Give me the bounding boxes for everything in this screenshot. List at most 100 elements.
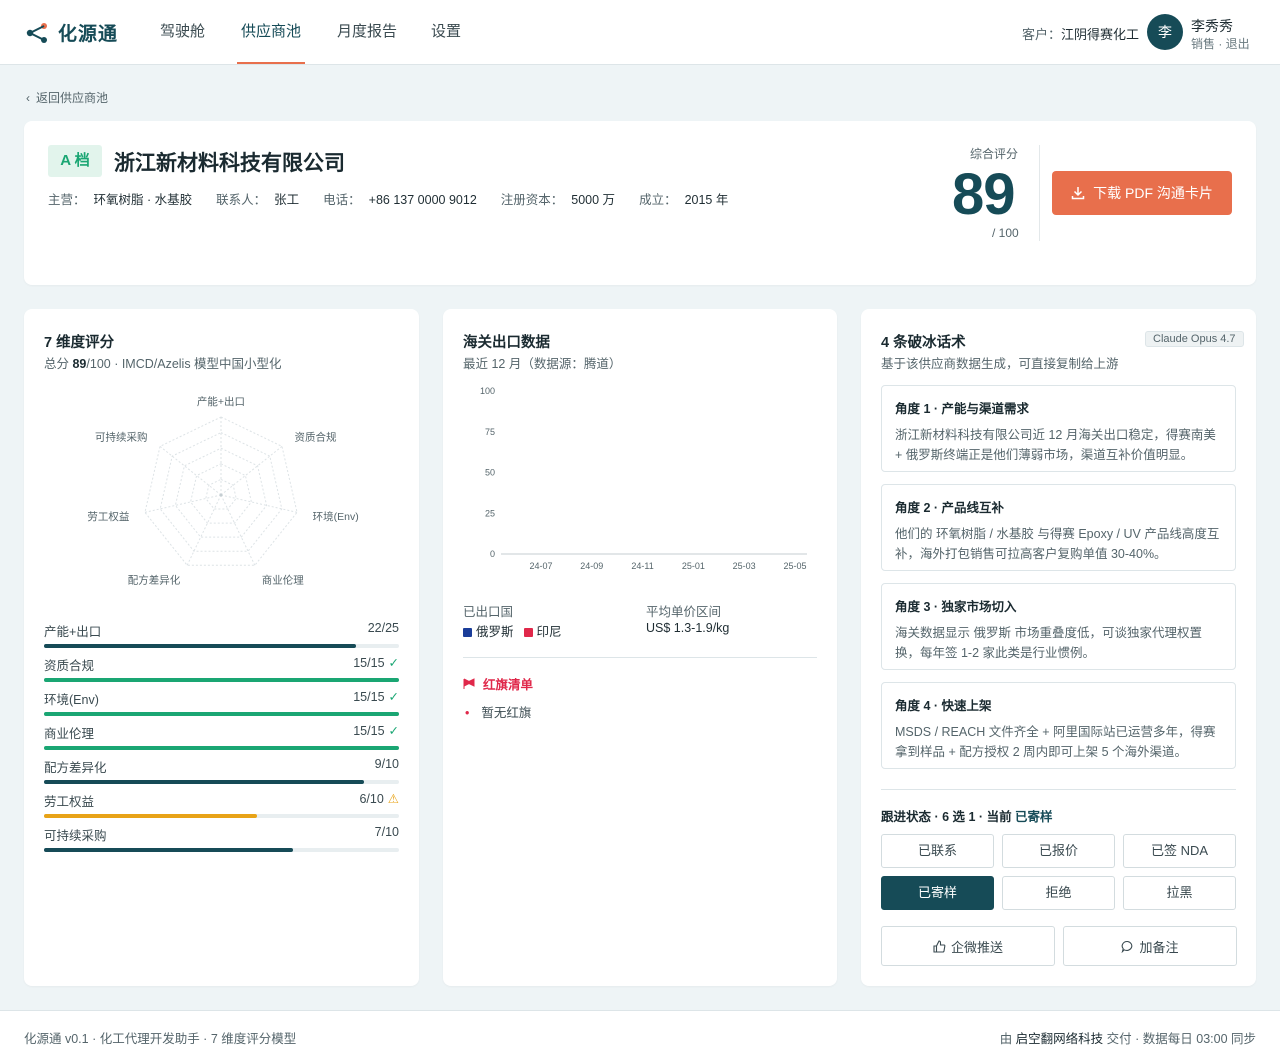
dimension-label: 环境(Env) xyxy=(44,693,99,707)
radar-label: 配方差异化 xyxy=(128,574,181,587)
dimension-label: 可持续采购 xyxy=(44,829,107,843)
dimension-score: 15/15 ✓ xyxy=(353,655,399,674)
wecom-push-button[interactable]: 企微推送 xyxy=(881,926,1055,966)
status-nda-signed[interactable]: 已签 NDA xyxy=(1123,834,1236,868)
flag-icon xyxy=(463,677,475,689)
bullet: • xyxy=(465,706,470,720)
download-pdf-label: 下载 PDF 沟通卡片 xyxy=(1093,185,1213,201)
dimension-label: 资质合规 xyxy=(44,659,95,673)
icebreaker-title: 4 条破冰话术 xyxy=(881,335,966,351)
dimension-score-value: 15/15 xyxy=(353,724,385,738)
download-pdf-button[interactable]: 下载 PDF 沟通卡片 xyxy=(1052,171,1232,215)
divider xyxy=(1039,145,1040,241)
radar-axis xyxy=(186,494,222,566)
y-tick-label: 100 xyxy=(480,386,495,396)
customs-card: 海关出口数据 最近 12 月（数据源：腾道） 100 75 50 25 0 24-07 24… xyxy=(443,309,837,986)
talk-title: 角度 2 · 产品线互补 xyxy=(895,501,1005,515)
add-note-label: 加备注 xyxy=(1139,939,1179,955)
thumbs-up-icon xyxy=(933,939,946,953)
dimension-bar-track xyxy=(44,780,399,784)
talk-card-3[interactable]: 角度 3 · 独家市场切入 海关数据显示 俄罗斯 市场重叠度低，可谈独家代理权置… xyxy=(881,583,1236,670)
status-contacted[interactable]: 已联系 xyxy=(881,834,994,868)
download-icon xyxy=(1071,187,1085,200)
redflag-item: • 暂无红旗 xyxy=(465,702,531,721)
nav-cockpit[interactable]: 驾驶舱 xyxy=(158,0,223,64)
radar-label: 资质合规 xyxy=(294,430,336,443)
brand-name: 化源通 xyxy=(58,24,119,45)
nav-settings[interactable]: 设置 xyxy=(429,0,479,64)
add-note-button[interactable]: 加备注 xyxy=(1063,926,1237,966)
russia-swatch xyxy=(463,628,472,637)
talk-text: 海关数据显示 俄罗斯 市场重叠度低，可谈独家代理权置换，每年签 1-2 家此类是… xyxy=(895,626,1202,660)
redflag-header: 红旗清单 xyxy=(463,674,533,693)
meta-main: 主营： 环氧树脂 · 水基胶 xyxy=(48,189,192,208)
dimension-label: 商业伦理 xyxy=(44,727,95,741)
dimension-score-value: 7/10 xyxy=(374,825,399,839)
grade-badge: A 档 xyxy=(48,145,102,177)
status-current: 已寄样 xyxy=(1015,810,1053,824)
talk-text: 他们的 环氧树脂 / 水基胶 与得赛 Epoxy / UV 产品线高度互补，海外… xyxy=(895,527,1220,561)
footer-left: 化源通 v0.1 · 化工代理开发助手 · 7 维度评分模型 xyxy=(24,1032,297,1046)
nav-monthly-report[interactable]: 月度报告 xyxy=(335,0,415,64)
status-blacklisted[interactable]: 拉黑 xyxy=(1123,876,1236,910)
talk-title: 角度 1 · 产能与渠道需求 xyxy=(895,402,1030,416)
dimension-score: 22/25 xyxy=(368,621,399,640)
redflag-title: 红旗清单 xyxy=(483,678,534,692)
dimension-bar-track xyxy=(44,712,399,716)
dimension-bar-track xyxy=(44,678,399,682)
dimension-score-value: 9/10 xyxy=(374,757,399,771)
footer: 化源通 v0.1 · 化工代理开发助手 · 7 维度评分模型 由 启空翻网络科技… xyxy=(0,1010,1280,1059)
countries-label: 已出口国 xyxy=(463,605,514,619)
talk-card-2[interactable]: 角度 2 · 产品线互补 他们的 环氧树脂 / 水基胶 与得赛 Epoxy / … xyxy=(881,484,1236,571)
talk-card-1[interactable]: 角度 1 · 产能与渠道需求 浙江新材料科技有限公司近 12 月海关出口稳定，得… xyxy=(881,385,1236,472)
country-indonesia-label: 印尼 xyxy=(536,625,562,639)
x-tick-label: 25-01 xyxy=(682,561,705,571)
brand[interactable]: 化源通 xyxy=(26,19,118,46)
x-tick-label: 24-11 xyxy=(631,561,653,571)
footer-right: 由 启空翻网络科技 交付 · 数据每日 03:00 同步 xyxy=(1000,1028,1256,1047)
dimension-score-value: 15/15 xyxy=(353,656,385,670)
dimension-row: 产能+出口 22/25 xyxy=(44,621,399,648)
meta-main-label: 主营： xyxy=(48,193,86,207)
dimension-score-value: 6/10 xyxy=(359,792,384,806)
check-icon: ✓ xyxy=(388,690,399,704)
radar-center xyxy=(219,493,223,497)
x-tick-label: 25-05 xyxy=(783,561,806,571)
dimension-label: 劳工权益 xyxy=(44,795,95,809)
radar-chart: 产能+出口资质合规环境(Env) 商业伦理 配方差异化 劳工权益 可持续采购 xyxy=(87,395,358,587)
dimension-row: 环境(Env) 15/15 ✓ xyxy=(44,689,399,716)
comment-icon xyxy=(1122,940,1133,953)
nav-supplier-pool[interactable]: 供应商池 xyxy=(237,0,306,64)
talk-card-4[interactable]: 角度 4 · 快速上架 MSDS / REACH 文件齐全 + 阿里国际站已运营… xyxy=(881,682,1236,769)
dimension-bar-fill xyxy=(44,712,399,716)
talk-text: 浙江新材料科技有限公司近 12 月海关出口稳定，得赛南美 + 俄罗斯终端正是他们… xyxy=(895,428,1216,462)
main-nav: 驾驶舱 供应商池 月度报告 设置 xyxy=(158,0,493,64)
customer-info: 客户：江阴得赛化工 xyxy=(1022,24,1139,43)
dimension-bar-fill xyxy=(44,780,364,784)
dimension-subtitle-score: 89 xyxy=(72,357,87,371)
country-russia: 俄罗斯 xyxy=(463,621,514,640)
check-icon: ✓ xyxy=(388,724,399,738)
y-tick-label: 25 xyxy=(485,508,495,518)
company-meta: 主营： 环氧树脂 · 水基胶 联系人： 张工 电话： +86 137 0000 901… xyxy=(48,189,728,208)
dimension-bar-track xyxy=(44,814,399,818)
company-card: A 档 浙江新材料科技有限公司 主营： 环氧树脂 · 水基胶 联系人： 张工 电话：… xyxy=(24,121,1256,285)
meta-phone-value: +86 137 0000 9012 xyxy=(368,193,477,207)
back-link[interactable]: ‹ 返回供应商池 xyxy=(26,89,108,106)
dimension-row: 配方差异化 9/10 xyxy=(44,757,399,784)
status-title: 跟进状态 · 6 选 1 · 当前 已寄样 xyxy=(881,806,1053,825)
status-rejected[interactable]: 拒绝 xyxy=(1002,876,1115,910)
user-role-logout[interactable]: 销售 · 退出 xyxy=(1191,35,1250,52)
footer-right-suffix: 交付 · 数据每日 03:00 同步 xyxy=(1103,1032,1256,1046)
avatar[interactable]: 李 xyxy=(1147,14,1183,50)
status-sample-sent[interactable]: 已寄样 xyxy=(881,876,994,910)
check-icon: ✓ xyxy=(388,656,399,670)
status-quoted[interactable]: 已报价 xyxy=(1002,834,1115,868)
footer-right-prefix: 由 xyxy=(999,1032,1016,1046)
dimension-bar-fill xyxy=(44,644,357,648)
dimension-card: 7 维度评分 总分 89/100 · IMCD/Azelis 模型中国小型化 产… xyxy=(24,309,419,986)
share-network-icon xyxy=(26,22,47,43)
icebreaker-subtitle: 基于该供应商数据生成，可直接复制给上游 xyxy=(881,357,1119,371)
dimension-score: 15/15 ✓ xyxy=(353,723,399,742)
x-tick-label: 24-07 xyxy=(529,561,552,571)
